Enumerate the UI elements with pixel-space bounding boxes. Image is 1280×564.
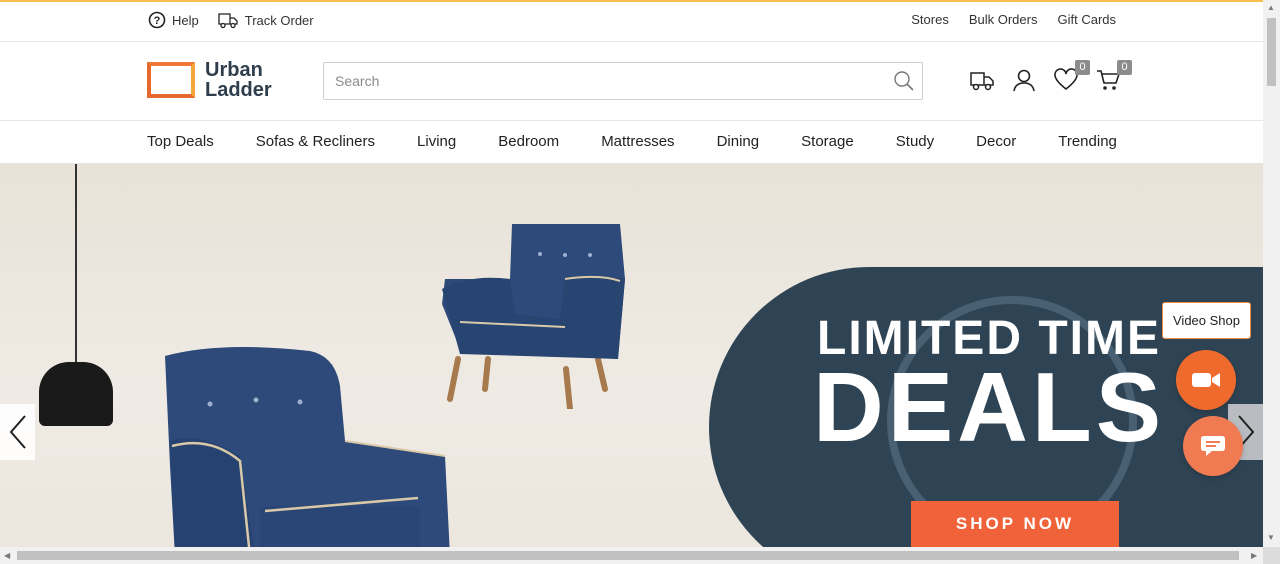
scroll-right-arrow-icon[interactable]: ▶ <box>1251 551 1257 560</box>
vertical-scrollbar[interactable]: ▲ ▼ <box>1263 0 1280 547</box>
help-label: Help <box>172 12 199 28</box>
search-icon <box>894 71 914 91</box>
horizontal-scroll-thumb[interactable] <box>17 551 1239 560</box>
nav-item-living[interactable]: Living <box>417 133 456 150</box>
truck-icon <box>970 72 994 91</box>
scrollbar-corner <box>1263 547 1280 564</box>
wishlist-count-badge: 0 <box>1075 60 1090 75</box>
cart-count-badge: 0 <box>1117 60 1132 75</box>
bulk-orders-link[interactable]: Bulk Orders <box>969 12 1038 27</box>
track-order-button[interactable] <box>968 66 996 94</box>
nav-item-trending[interactable]: Trending <box>1058 133 1117 150</box>
vertical-scroll-thumb[interactable] <box>1267 18 1276 86</box>
help-icon: ? <box>148 11 166 29</box>
nav-items: Top Deals Sofas & Recliners Living Bedro… <box>147 133 1117 150</box>
horizontal-scrollbar[interactable]: ◀ ▶ <box>0 547 1263 564</box>
page: ? Help Track Order Stores Bulk Orders Gi… <box>0 0 1280 564</box>
utility-right: Stores Bulk Orders Gift Cards <box>891 12 1116 27</box>
hero-banner[interactable]: LIMITED TIME DEALS SHOP NOW <box>0 164 1263 547</box>
scroll-left-arrow-icon[interactable]: ◀ <box>4 551 10 560</box>
search-button[interactable] <box>892 69 916 98</box>
logo-mark-icon <box>147 62 195 98</box>
utility-bar: ? Help Track Order Stores Bulk Orders Gi… <box>0 2 1263 42</box>
video-shop-tooltip: Video Shop <box>1162 302 1251 339</box>
hero-headline-line2: DEALS <box>813 352 1166 462</box>
lamp-cord <box>75 164 77 369</box>
chat-button[interactable] <box>1183 416 1243 476</box>
category-nav: Top Deals Sofas & Recliners Living Bedro… <box>0 121 1263 164</box>
shop-now-button[interactable]: SHOP NOW <box>911 501 1119 547</box>
chat-icon <box>1201 436 1225 456</box>
nav-item-mattresses[interactable]: Mattresses <box>601 133 674 150</box>
scroll-up-arrow-icon[interactable]: ▲ <box>1267 3 1275 12</box>
search-box <box>323 62 923 100</box>
nav-item-top-deals[interactable]: Top Deals <box>147 133 214 150</box>
video-shop-button[interactable] <box>1176 350 1236 410</box>
cart-button[interactable]: 0 <box>1094 60 1132 94</box>
pendant-lamp-image <box>39 362 113 426</box>
video-camera-icon <box>1192 373 1220 387</box>
help-link[interactable]: ? Help <box>148 11 199 29</box>
wishlist-button[interactable]: 0 <box>1052 60 1090 94</box>
stores-link[interactable]: Stores <box>911 12 949 27</box>
armchair-front-image <box>165 347 450 547</box>
nav-item-decor[interactable]: Decor <box>976 133 1016 150</box>
svg-text:?: ? <box>154 15 161 27</box>
utility-left: ? Help Track Order <box>148 10 332 30</box>
track-order-label: Track Order <box>244 12 314 28</box>
scroll-down-arrow-icon[interactable]: ▼ <box>1267 533 1275 542</box>
nav-item-sofas-recliners[interactable]: Sofas & Recliners <box>256 133 375 150</box>
logo-line2: Ladder <box>205 79 272 101</box>
nav-item-bedroom[interactable]: Bedroom <box>498 133 559 150</box>
carousel-prev-button[interactable] <box>0 404 35 460</box>
truck-icon <box>218 13 238 29</box>
logo[interactable]: Urban Ladder <box>147 60 272 100</box>
nav-item-storage[interactable]: Storage <box>801 133 854 150</box>
track-order-link[interactable]: Track Order <box>217 10 314 30</box>
armchair-back-image <box>442 224 625 409</box>
search-input[interactable] <box>324 63 864 99</box>
gift-cards-link[interactable]: Gift Cards <box>1057 12 1116 27</box>
chevron-left-icon <box>9 415 26 449</box>
logo-line1: Urban <box>205 59 263 81</box>
account-button[interactable] <box>1010 66 1038 94</box>
header-icons: 0 0 <box>968 60 1136 94</box>
nav-item-dining[interactable]: Dining <box>717 133 760 150</box>
nav-item-study[interactable]: Study <box>896 133 934 150</box>
user-icon <box>1013 69 1035 92</box>
logo-text: Urban Ladder <box>205 60 272 100</box>
header: Urban Ladder 0 0 <box>0 42 1263 121</box>
